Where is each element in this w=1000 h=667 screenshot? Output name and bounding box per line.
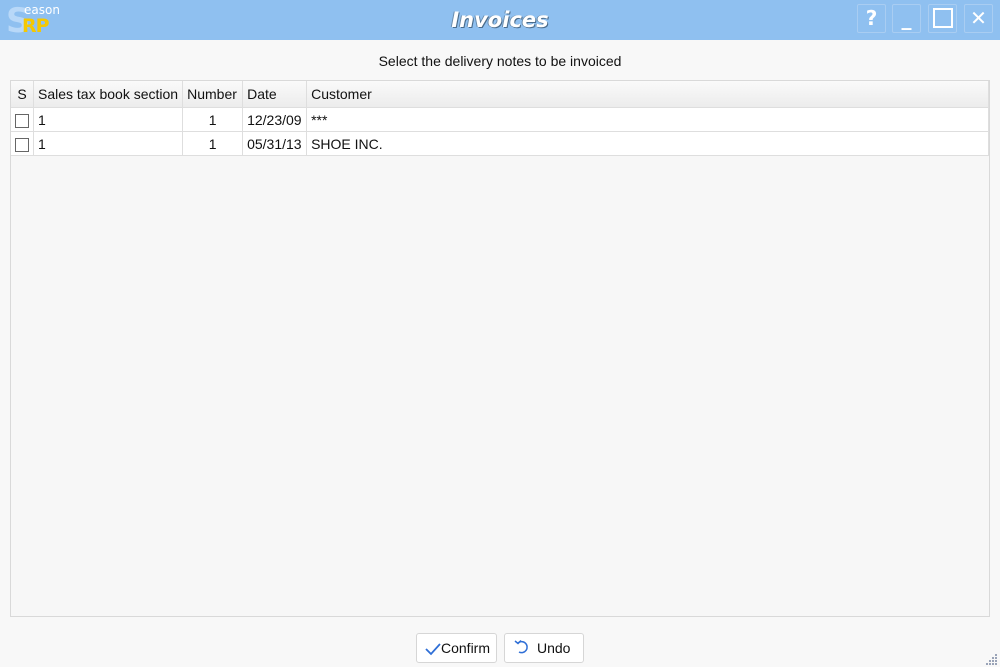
instruction-text: Select the delivery notes to be invoiced	[378, 53, 622, 69]
date-cell: 05/31/13	[242, 131, 308, 156]
date-cell: 12/23/09	[242, 107, 308, 132]
checkmark-icon	[425, 643, 441, 656]
table-row[interactable]: 1 1 12/23/09 ***	[11, 107, 989, 132]
help-button[interactable]: ?	[857, 4, 886, 33]
maximize-button[interactable]	[928, 4, 957, 33]
minimize-button[interactable]: _	[892, 4, 921, 33]
column-header-customer[interactable]: Customer	[306, 81, 989, 108]
column-header-date[interactable]: Date	[242, 81, 308, 108]
close-icon: ✕	[970, 6, 987, 30]
number-cell: 1	[182, 107, 244, 132]
title-bar: S eason RP Invoices ? _ ✕	[0, 0, 1000, 40]
undo-button[interactable]: Undo	[504, 633, 584, 663]
column-header-section[interactable]: Sales tax book section	[33, 81, 184, 108]
confirm-button[interactable]: Confirm	[416, 633, 497, 663]
undo-label: Undo	[537, 640, 571, 656]
column-header-select[interactable]: S	[11, 81, 34, 108]
window-title: Invoices	[451, 8, 549, 32]
minimize-icon: _	[901, 6, 912, 30]
resize-grip-icon[interactable]	[986, 653, 998, 665]
column-header-number[interactable]: Number	[182, 81, 244, 108]
table-row[interactable]: 1 1 05/31/13 SHOE INC.	[11, 131, 989, 156]
close-button[interactable]: ✕	[964, 4, 993, 33]
customer-cell: ***	[306, 107, 989, 132]
delivery-notes-grid[interactable]: S Sales tax book section Number Date Cus…	[10, 80, 990, 617]
undo-icon	[514, 639, 528, 654]
confirm-label: Confirm	[441, 640, 491, 656]
help-icon: ?	[865, 6, 878, 30]
delivery-notes-table: S Sales tax book section Number Date Cus…	[11, 81, 989, 156]
maximize-icon	[932, 8, 953, 28]
customer-cell: SHOE INC.	[306, 131, 989, 156]
section-cell: 1	[33, 107, 184, 132]
section-cell: 1	[33, 131, 184, 156]
row-checkbox[interactable]	[15, 113, 29, 128]
table-header-row: S Sales tax book section Number Date Cus…	[11, 81, 989, 108]
select-cell[interactable]	[11, 131, 34, 156]
select-cell[interactable]	[11, 107, 34, 132]
number-cell: 1	[182, 131, 244, 156]
row-checkbox[interactable]	[15, 137, 29, 152]
